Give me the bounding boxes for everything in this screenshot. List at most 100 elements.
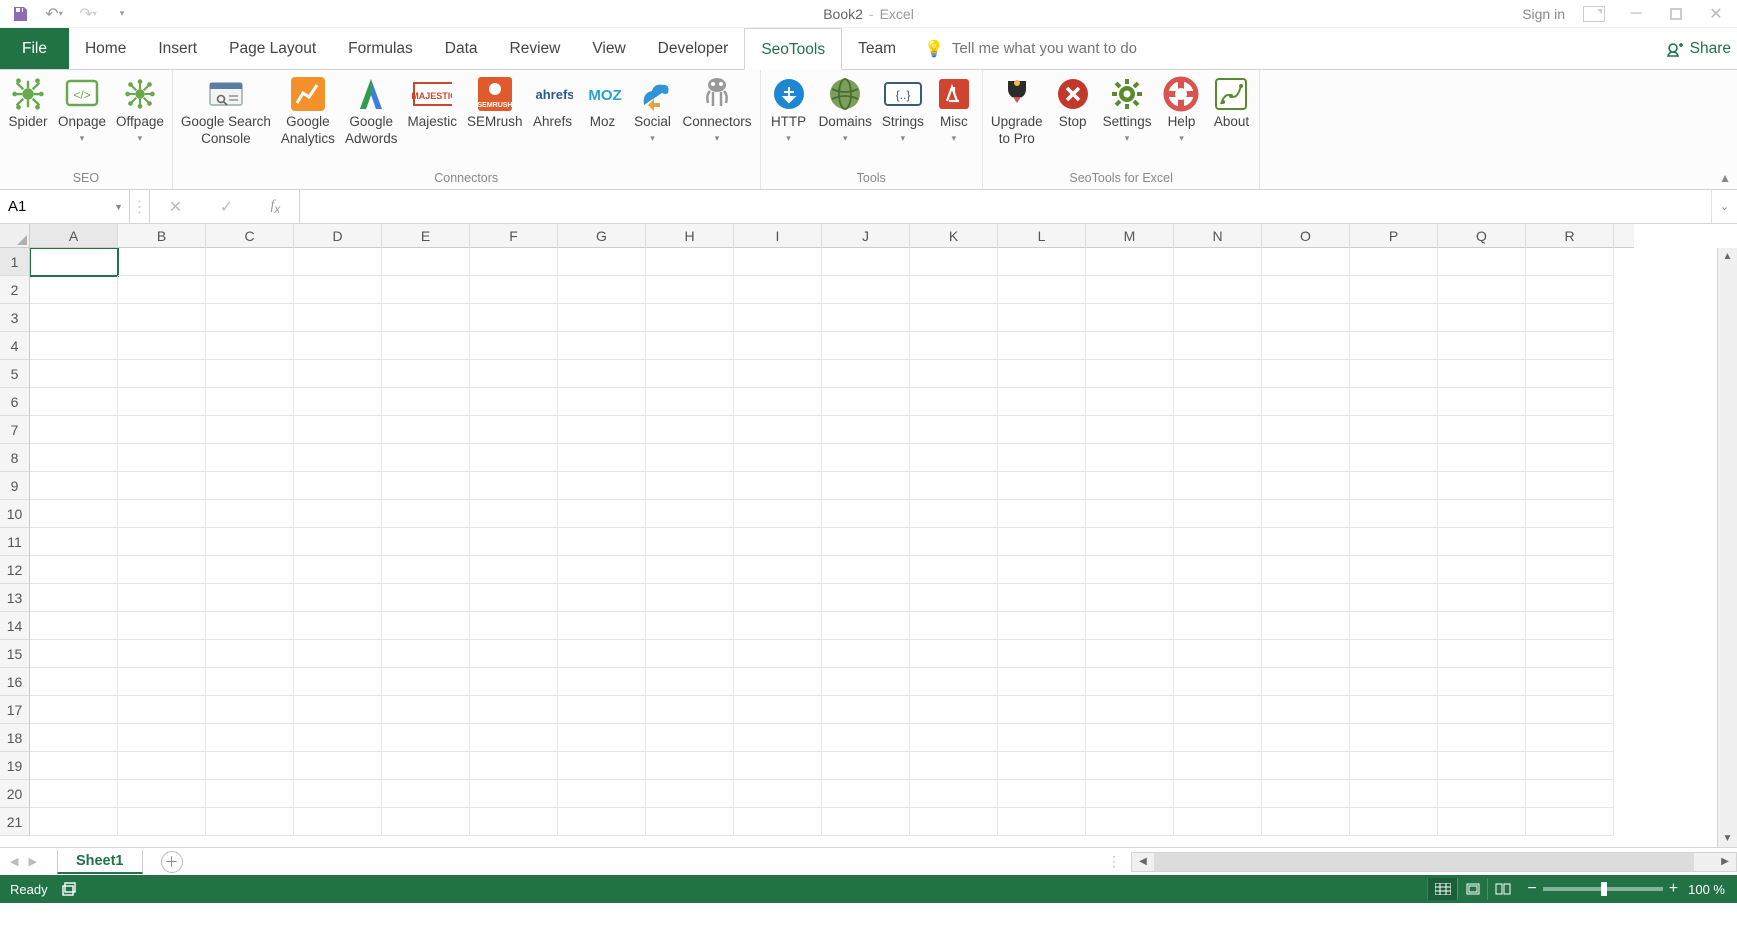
cell[interactable] <box>1262 472 1350 500</box>
cell[interactable] <box>1262 556 1350 584</box>
cell[interactable] <box>646 360 734 388</box>
cell[interactable] <box>294 388 382 416</box>
row-header[interactable]: 15 <box>0 640 30 668</box>
cell[interactable] <box>734 248 822 276</box>
cell[interactable] <box>1350 668 1438 696</box>
cell[interactable] <box>1438 360 1526 388</box>
cell[interactable] <box>558 332 646 360</box>
tab-file[interactable]: File <box>0 28 69 69</box>
cell[interactable] <box>558 444 646 472</box>
sheet-tab-active[interactable]: Sheet1 <box>57 850 143 874</box>
cell[interactable] <box>734 752 822 780</box>
row-header[interactable]: 14 <box>0 612 30 640</box>
upgrade-button[interactable]: Upgradeto Pro <box>987 72 1047 150</box>
cell[interactable] <box>734 696 822 724</box>
cell[interactable] <box>822 808 910 836</box>
cell[interactable] <box>1262 444 1350 472</box>
cell[interactable] <box>1174 640 1262 668</box>
row-header[interactable]: 17 <box>0 696 30 724</box>
row-header[interactable]: 13 <box>0 584 30 612</box>
cell[interactable] <box>382 696 470 724</box>
cell[interactable] <box>382 752 470 780</box>
cell[interactable] <box>1262 724 1350 752</box>
cell[interactable] <box>470 528 558 556</box>
cell[interactable] <box>1350 612 1438 640</box>
cell[interactable] <box>382 612 470 640</box>
cell[interactable] <box>822 388 910 416</box>
name-box-input[interactable] <box>0 198 129 215</box>
cell[interactable] <box>1262 360 1350 388</box>
cell[interactable] <box>646 332 734 360</box>
strings-button[interactable]: {..}Strings▾ <box>878 72 928 146</box>
redo-button[interactable]: ↷ ▾ <box>76 2 100 26</box>
cell[interactable] <box>30 416 118 444</box>
row-header[interactable]: 5 <box>0 360 30 388</box>
cell[interactable] <box>30 360 118 388</box>
cell[interactable] <box>30 332 118 360</box>
cell[interactable] <box>1086 696 1174 724</box>
cell[interactable] <box>910 724 998 752</box>
cell[interactable] <box>1438 248 1526 276</box>
cell[interactable] <box>294 304 382 332</box>
cell[interactable] <box>206 360 294 388</box>
cell[interactable] <box>1086 612 1174 640</box>
cell[interactable] <box>1086 500 1174 528</box>
undo-button[interactable]: ↶ ▾ <box>42 2 66 26</box>
cell[interactable] <box>822 416 910 444</box>
cell[interactable] <box>118 248 206 276</box>
cell[interactable] <box>910 556 998 584</box>
moz-button[interactable]: MOZMoz <box>579 72 627 133</box>
cell[interactable] <box>1350 304 1438 332</box>
cell[interactable] <box>1262 612 1350 640</box>
cell[interactable] <box>206 276 294 304</box>
cell[interactable] <box>822 780 910 808</box>
cell[interactable] <box>382 416 470 444</box>
cell[interactable] <box>734 500 822 528</box>
row-header[interactable]: 8 <box>0 444 30 472</box>
cell[interactable] <box>910 780 998 808</box>
scroll-right-button[interactable]: ▶ <box>1714 856 1736 867</box>
cell[interactable] <box>646 500 734 528</box>
cell[interactable] <box>206 640 294 668</box>
cell[interactable] <box>646 612 734 640</box>
settings-button[interactable]: Settings▾ <box>1099 72 1156 146</box>
cell[interactable] <box>470 584 558 612</box>
cell[interactable] <box>1174 752 1262 780</box>
cell[interactable] <box>1438 724 1526 752</box>
cell[interactable] <box>558 528 646 556</box>
new-sheet-button[interactable]: ＋ <box>161 851 183 873</box>
cell[interactable] <box>558 780 646 808</box>
cell[interactable] <box>30 724 118 752</box>
cell[interactable] <box>998 584 1086 612</box>
share-button[interactable]: Share <box>1666 28 1737 69</box>
cell[interactable] <box>30 612 118 640</box>
cell[interactable] <box>646 556 734 584</box>
scroll-left-button[interactable]: ◀ <box>1132 856 1154 867</box>
cell[interactable] <box>1438 640 1526 668</box>
cell[interactable] <box>206 752 294 780</box>
tell-me-box[interactable]: 💡 <box>912 28 1252 69</box>
cell[interactable] <box>118 696 206 724</box>
cell[interactable] <box>910 444 998 472</box>
ribbon-display-options-button[interactable] <box>1583 6 1605 22</box>
cell[interactable] <box>910 612 998 640</box>
cell[interactable] <box>118 416 206 444</box>
cell[interactable] <box>382 668 470 696</box>
cell[interactable] <box>998 724 1086 752</box>
cell[interactable] <box>294 640 382 668</box>
cell[interactable] <box>294 808 382 836</box>
cell[interactable] <box>1526 668 1614 696</box>
cell[interactable] <box>998 696 1086 724</box>
cell[interactable] <box>30 444 118 472</box>
cell[interactable] <box>1438 500 1526 528</box>
cell[interactable] <box>118 640 206 668</box>
column-header[interactable]: P <box>1350 224 1438 248</box>
column-header[interactable]: H <box>646 224 734 248</box>
cell[interactable] <box>294 696 382 724</box>
cell[interactable] <box>382 640 470 668</box>
onpage-button[interactable]: </>Onpage▾ <box>54 72 110 146</box>
google-adwords-button[interactable]: GoogleAdwords <box>341 72 402 150</box>
cell[interactable] <box>1086 584 1174 612</box>
cell[interactable] <box>1350 248 1438 276</box>
row-header[interactable]: 1 <box>0 248 30 276</box>
